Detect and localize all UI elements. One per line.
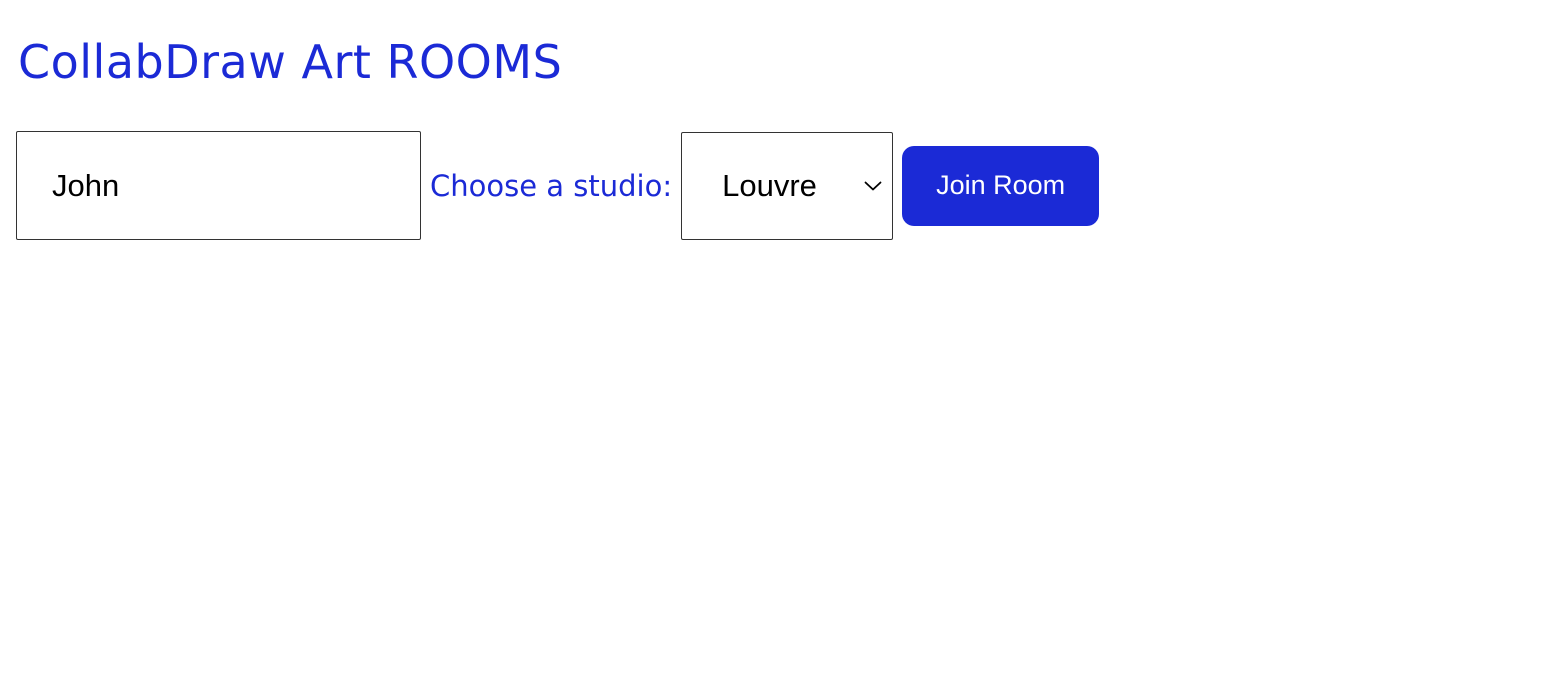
join-room-form: Choose a studio: Louvre Join Room [16, 131, 1100, 240]
studio-select[interactable]: Louvre [681, 131, 894, 240]
studio-select-value: Louvre [722, 167, 817, 203]
page-title: CollabDraw Art ROOMS [18, 35, 563, 89]
join-room-button[interactable]: Join Room [902, 145, 1100, 226]
username-input[interactable] [16, 131, 421, 240]
chevron-down-icon [864, 181, 882, 190]
studio-select-label: Choose a studio: [430, 168, 673, 203]
join-room-page: CollabDraw Art ROOMS Choose a studio: Lo… [0, 0, 1566, 690]
